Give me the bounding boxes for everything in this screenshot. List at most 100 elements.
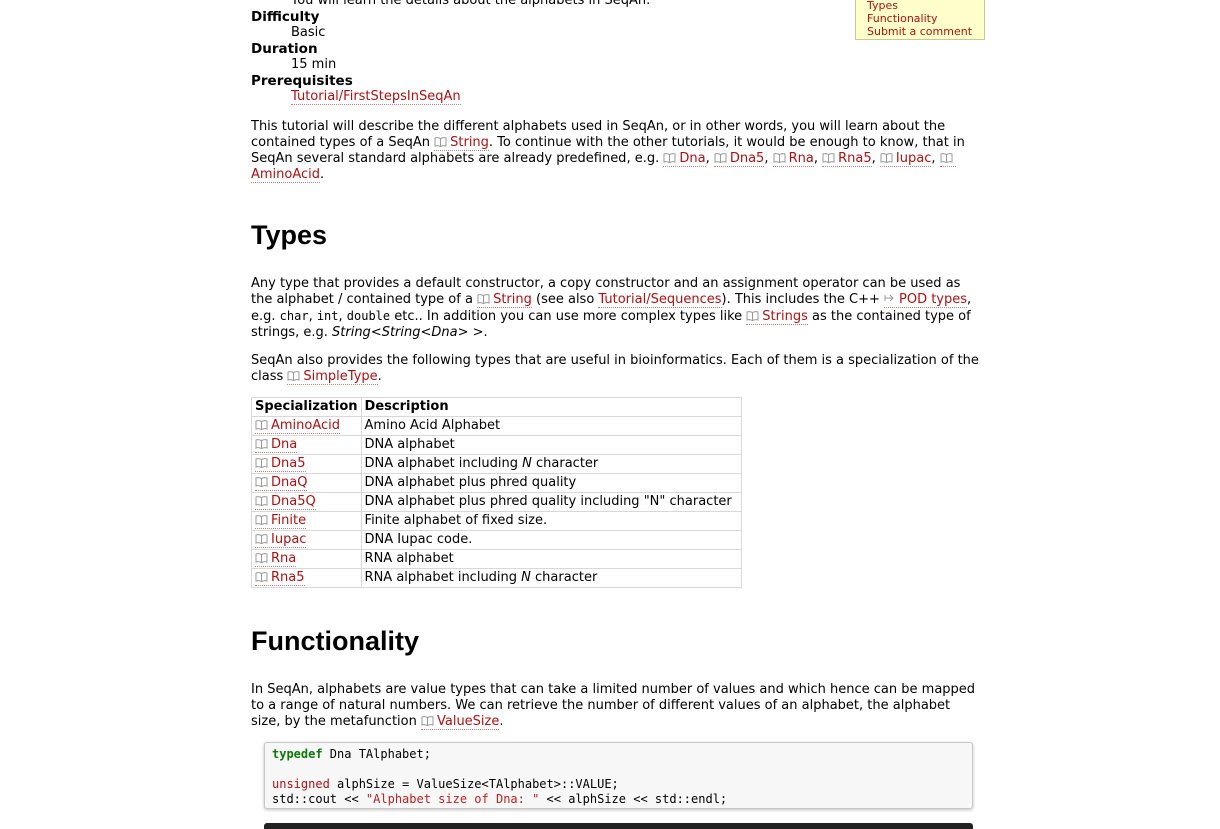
- table-row: Dna5Q DNA alphabet plus phred quality in…: [251, 492, 743, 512]
- link-spec-aminoacid[interactable]: AminoAcid: [255, 418, 341, 434]
- link-spec-rna5[interactable]: Rna5: [255, 570, 305, 586]
- code-block: typedef Dna TAlphabet; unsigned alphSize…: [264, 742, 973, 809]
- table-header-row: Specialization Description: [251, 397, 743, 417]
- types-text-3: ). This includes the C++: [721, 292, 884, 307]
- table-row: Rna RNA alphabet: [251, 549, 743, 569]
- sep: ,: [705, 151, 714, 166]
- book-icon: [714, 153, 727, 163]
- link-iupac[interactable]: Iupac: [879, 151, 932, 167]
- toc-link-submit-comment[interactable]: Submit a comment: [867, 25, 984, 38]
- code-text: std::cout <<: [272, 792, 366, 806]
- book-icon: [255, 534, 268, 544]
- book-icon: [822, 153, 835, 163]
- link-simpletype[interactable]: SimpleType: [287, 369, 378, 385]
- desc-cell: DNA alphabet plus phred quality includin…: [360, 492, 743, 512]
- code-text: alphSize = ValueSize<TAlphabet>::VALUE;: [329, 777, 619, 791]
- code-keyword: unsigned: [272, 777, 330, 791]
- code-string: "Alphabet size of Dna: ": [365, 792, 540, 806]
- link-spec-dna[interactable]: Dna: [255, 437, 298, 453]
- link-spec-dna5q[interactable]: Dna5Q: [255, 494, 316, 510]
- spec-label: AminoAcid: [271, 418, 341, 433]
- desc-cell: RNA alphabet including N character: [360, 568, 743, 588]
- link-dna5[interactable]: Dna5: [713, 151, 765, 167]
- desc-text: RNA alphabet including: [364, 570, 522, 585]
- sep: ,: [931, 151, 940, 166]
- spec-label: Dna: [271, 437, 298, 452]
- spec-cell: Dna5Q: [251, 492, 362, 512]
- link-strings[interactable]: Strings: [746, 309, 808, 325]
- sep: ,: [813, 151, 823, 166]
- toc-link-types[interactable]: Types: [867, 0, 984, 12]
- link-string[interactable]: String: [434, 135, 489, 151]
- desc-cell: DNA alphabet including N character: [360, 454, 743, 474]
- table-row: Dna5 DNA alphabet including N character: [251, 454, 743, 474]
- link-dna[interactable]: Dna: [663, 151, 706, 167]
- link-rna5-label: Rna5: [838, 151, 872, 166]
- desc-text: DNA alphabet including: [364, 456, 523, 471]
- desc-emphasis: N: [521, 570, 531, 585]
- specialization-table: Specialization Description AminoAcid Ami…: [251, 397, 743, 588]
- desc-cell: Finite alphabet of fixed size.: [360, 511, 743, 531]
- difficulty-value: Basic: [291, 25, 326, 40]
- book-icon: [255, 515, 268, 525]
- code-double: double: [346, 309, 391, 323]
- link-spec-finite[interactable]: Finite: [255, 513, 307, 529]
- link-spec-dnaq[interactable]: DnaQ: [255, 475, 308, 491]
- spec-cell: DnaQ: [251, 473, 362, 493]
- book-icon: [421, 716, 434, 726]
- link-valuesize[interactable]: ValueSize: [420, 714, 500, 730]
- prerequisites-value: Tutorial/FirstStepsInSeqAn: [291, 89, 461, 105]
- types-text-2: (see also: [531, 292, 599, 307]
- link-aminoacid-label: AminoAcid: [251, 167, 321, 182]
- desc-cell: DNA alphabet: [360, 435, 743, 455]
- types-text-5: etc.. In addition you can use more compl…: [390, 309, 747, 324]
- book-icon: [255, 439, 268, 449]
- link-dna5-label: Dna5: [729, 151, 765, 166]
- example-type: String<String<Dna> >: [332, 325, 484, 340]
- toc-link-functionality[interactable]: Functionality: [867, 12, 984, 25]
- link-rna[interactable]: Rna: [772, 151, 814, 167]
- spec-cell: Finite: [251, 511, 362, 531]
- prerequisites-link[interactable]: Tutorial/FirstStepsInSeqAn: [291, 89, 461, 105]
- external-link-icon: [884, 292, 896, 302]
- code-int: int: [316, 309, 339, 323]
- table-row: Finite Finite alphabet of fixed size.: [251, 511, 743, 531]
- desc-cell: RNA alphabet: [360, 549, 743, 569]
- prerequisites-label: Prerequisites: [251, 73, 353, 89]
- spec-label: Rna5: [271, 570, 305, 585]
- spec-label: Iupac: [271, 532, 307, 547]
- spec-label: Rna: [271, 551, 297, 566]
- link-simpletype-label: SimpleType: [303, 369, 378, 384]
- link-spec-rna[interactable]: Rna: [255, 551, 297, 567]
- sep: ,: [338, 309, 347, 324]
- spec-label: Dna5: [271, 456, 306, 471]
- link-string-2-label: String: [493, 292, 532, 307]
- book-icon: [940, 153, 953, 163]
- desc-text: character: [531, 456, 599, 471]
- link-string-2[interactable]: String: [477, 292, 532, 308]
- types-paragraph-2: SeqAn also provides the following types …: [251, 353, 981, 385]
- sep: ,: [308, 309, 317, 324]
- link-tutorial-sequences[interactable]: Tutorial/Sequences: [598, 292, 722, 308]
- spec-cell: AminoAcid: [251, 416, 362, 436]
- desc-emphasis: N: [522, 456, 532, 471]
- link-spec-dna5[interactable]: Dna5: [255, 456, 306, 472]
- heading-functionality: Functionality: [251, 626, 419, 656]
- table-row: Iupac DNA Iupac code.: [251, 530, 743, 550]
- book-icon: [663, 153, 676, 163]
- spec-cell: Dna5: [251, 454, 362, 474]
- intro-end: .: [320, 167, 325, 182]
- column-header-specialization: Specialization: [251, 397, 362, 417]
- link-pod-types[interactable]: POD types: [884, 292, 968, 308]
- link-spec-iupac[interactable]: Iupac: [255, 532, 307, 548]
- sep: ,: [871, 151, 880, 166]
- desc-cell: DNA alphabet plus phred quality: [360, 473, 743, 493]
- column-header-description: Description: [360, 397, 743, 417]
- link-rna5[interactable]: Rna5: [822, 151, 872, 167]
- book-icon: [255, 458, 268, 468]
- table-row: Rna5 RNA alphabet including N character: [251, 568, 743, 588]
- link-valuesize-label: ValueSize: [436, 714, 500, 729]
- link-pod-types-label: POD types: [899, 292, 968, 307]
- cut-off-summary: You will learn the details about the alp…: [291, 0, 651, 8]
- spec-cell: Rna: [251, 549, 362, 569]
